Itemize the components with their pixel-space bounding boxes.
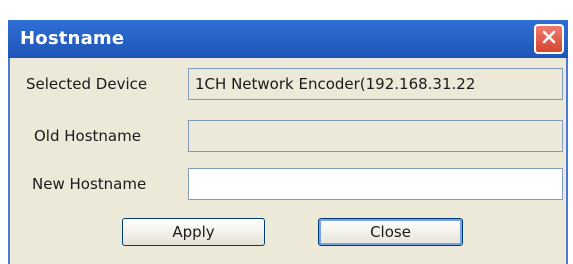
old-hostname-field [188, 120, 563, 152]
close-x-icon [541, 29, 557, 49]
selected-device-value: 1CH Network Encoder(192.168.31.22 [195, 75, 476, 93]
title-bar-strip: Hostname [8, 20, 568, 58]
hostname-dialog: Hostname Selected Device 1CH Network Enc… [0, 0, 573, 264]
selected-device-label: Selected Device [26, 75, 148, 93]
selected-device-field: 1CH Network Encoder(192.168.31.22 [188, 68, 563, 100]
old-hostname-label: Old Hostname [34, 127, 141, 145]
new-hostname-field[interactable] [188, 168, 563, 200]
window-title: Hostname [20, 28, 125, 49]
apply-button[interactable]: Apply [122, 218, 265, 246]
close-button[interactable]: Close [318, 218, 463, 246]
close-window-button[interactable] [534, 24, 564, 54]
new-hostname-label: New Hostname [32, 175, 147, 193]
dialog-body: Selected Device 1CH Network Encoder(192.… [8, 58, 568, 264]
title-bar: Hostname [0, 0, 573, 58]
new-hostname-input[interactable] [195, 175, 556, 193]
